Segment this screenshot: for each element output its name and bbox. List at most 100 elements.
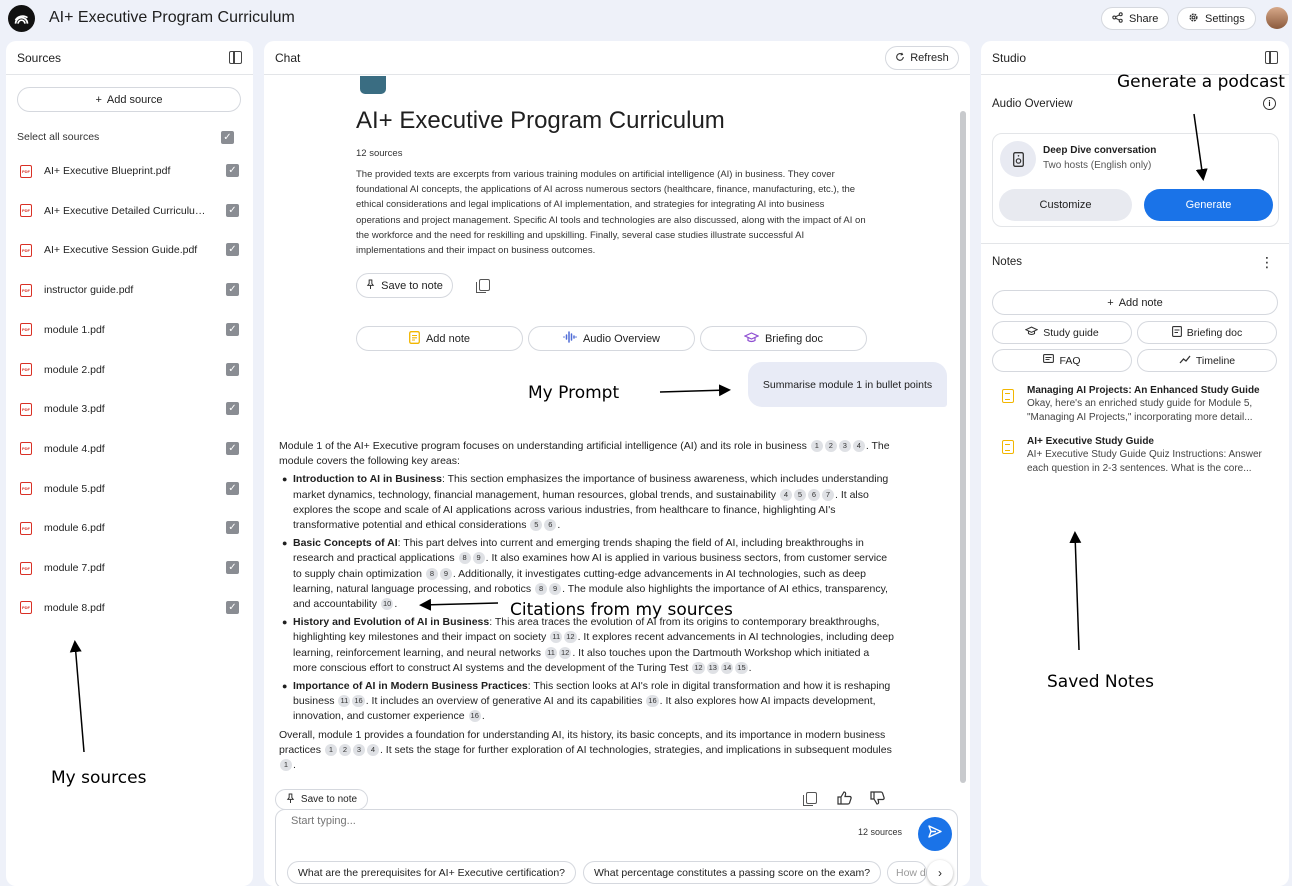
citation-chip[interactable]: 15 — [735, 661, 748, 674]
suggested-question-chip[interactable]: What are the prerequisites for AI+ Execu… — [287, 861, 577, 884]
citation-chip[interactable]: 16 — [468, 710, 481, 723]
info-icon[interactable]: i — [1263, 97, 1276, 110]
thumbs-down-icon[interactable] — [870, 791, 885, 805]
faq-button[interactable]: FAQ — [992, 349, 1132, 372]
citation-chip[interactable]: 14 — [720, 661, 734, 674]
suggested-question-chip[interactable]: How d — [887, 861, 927, 884]
send-button[interactable] — [918, 817, 952, 851]
audio-overview-suggestion-button[interactable]: Audio Overview — [528, 326, 695, 351]
citation-chip[interactable]: 5 — [530, 519, 543, 532]
source-item[interactable]: PDF AI+ Executive Detailed Curriculum.pdf… — [18, 201, 240, 221]
source-checkbox[interactable]: ✓ — [226, 362, 239, 376]
citation-chip[interactable]: 1 — [810, 440, 823, 452]
notebooklm-logo-icon[interactable] — [8, 5, 35, 32]
citation-chip[interactable]: 12 — [564, 631, 577, 644]
chat-scrollbar[interactable] — [960, 111, 966, 783]
citation-chip[interactable]: 7 — [821, 488, 834, 501]
refresh-button[interactable]: Refresh — [885, 46, 959, 70]
saved-note-item[interactable]: Managing AI Projects: An Enhanced Study … — [1002, 385, 1272, 425]
source-checkbox[interactable]: ✓ — [226, 203, 239, 217]
briefing-doc-button[interactable]: Briefing doc — [1137, 321, 1277, 344]
avatar[interactable] — [1266, 7, 1288, 29]
source-item[interactable]: PDF module 1.pdf ✓ — [18, 320, 240, 340]
source-item[interactable]: PDF module 7.pdf ✓ — [18, 558, 240, 578]
citation-chip[interactable]: 4 — [366, 743, 379, 756]
source-item[interactable]: PDF module 8.pdf ✓ — [18, 598, 240, 618]
citation-chip[interactable]: 2 — [338, 743, 351, 756]
chat-scroll-area[interactable]: AI+ Executive Program Curriculum 12 sour… — [264, 76, 964, 806]
source-item[interactable]: PDF AI+ Executive Blueprint.pdf ✓ — [18, 161, 240, 181]
citation-chip[interactable]: 1 — [280, 759, 292, 772]
citation-chip[interactable]: 11 — [338, 695, 351, 708]
share-button[interactable]: Share — [1101, 7, 1169, 30]
chat-composer: 12 sources What are the prerequisites fo… — [275, 809, 958, 886]
citation-chip[interactable]: 12 — [558, 646, 572, 659]
source-checkbox[interactable]: ✓ — [226, 600, 239, 614]
source-item[interactable]: PDF module 3.pdf ✓ — [18, 399, 240, 419]
source-checkbox[interactable]: ✓ — [226, 243, 239, 257]
citation-chip[interactable]: 9 — [472, 552, 485, 565]
source-checkbox[interactable]: ✓ — [226, 481, 239, 495]
generate-button[interactable]: Generate — [1144, 189, 1273, 221]
source-item[interactable]: PDF instructor guide.pdf ✓ — [18, 280, 240, 300]
source-item[interactable]: PDF module 5.pdf ✓ — [18, 479, 240, 499]
citation-chip[interactable]: 2 — [824, 440, 837, 452]
settings-button[interactable]: Settings — [1177, 7, 1256, 30]
chevron-right-icon[interactable]: › — [927, 860, 953, 886]
citation-chip[interactable]: 4 — [852, 440, 865, 452]
citation-chip[interactable]: 13 — [706, 661, 719, 674]
study-guide-label: Study guide — [1043, 326, 1099, 339]
citation-chip[interactable]: 4 — [779, 488, 792, 501]
study-guide-button[interactable]: Study guide — [992, 321, 1132, 344]
citation-chip[interactable]: 3 — [352, 743, 365, 756]
add-source-button[interactable]: + Add source — [17, 87, 241, 112]
source-item[interactable]: PDF module 6.pdf ✓ — [18, 518, 240, 538]
citation-chip[interactable]: 11 — [550, 631, 563, 644]
customize-button[interactable]: Customize — [999, 189, 1132, 221]
suggested-question-chip[interactable]: What percentage constitutes a passing sc… — [583, 861, 882, 884]
citation-chip[interactable]: 16 — [352, 695, 365, 708]
briefing-doc-suggestion-button[interactable]: Briefing doc — [700, 326, 867, 351]
source-checkbox[interactable]: ✓ — [226, 521, 239, 535]
chat-input[interactable] — [291, 815, 791, 827]
bullet-title: Basic Concepts of AI — [293, 537, 398, 550]
citation-chip[interactable]: 16 — [646, 695, 659, 708]
saved-note-item[interactable]: AI+ Executive Study Guide AI+ Executive … — [1002, 436, 1272, 476]
thumbs-up-icon[interactable] — [837, 791, 852, 805]
citation-chip[interactable]: 9 — [439, 567, 452, 580]
select-all-checkbox[interactable]: ✓ — [221, 131, 234, 144]
source-checkbox[interactable]: ✓ — [226, 164, 239, 177]
source-checkbox[interactable]: ✓ — [226, 402, 239, 416]
citation-chip[interactable]: 5 — [793, 488, 806, 501]
citation-chip[interactable]: 1 — [324, 743, 337, 756]
citation-chip[interactable]: 8 — [425, 567, 438, 580]
source-checkbox[interactable]: ✓ — [226, 441, 239, 455]
citation-chip[interactable]: 9 — [549, 582, 562, 595]
source-checkbox[interactable]: ✓ — [226, 561, 239, 574]
save-answer-to-note-button[interactable]: Save to note — [275, 789, 368, 810]
panel-toggle-icon[interactable] — [1265, 51, 1278, 64]
citation-chip[interactable]: 3 — [838, 440, 851, 452]
add-note-button[interactable]: + Add note — [992, 290, 1278, 315]
citation-chip[interactable]: 8 — [535, 582, 548, 595]
source-item[interactable]: PDF module 2.pdf ✓ — [18, 360, 240, 380]
source-checkbox[interactable]: ✓ — [226, 283, 239, 297]
sources-header: Sources — [6, 41, 253, 75]
notebook-title[interactable]: AI+ Executive Program Curriculum — [49, 9, 295, 27]
more-vert-icon[interactable]: ⋮ — [1260, 255, 1274, 269]
save-to-note-button[interactable]: Save to note — [356, 273, 453, 298]
citation-chip[interactable]: 6 — [807, 488, 820, 501]
panel-toggle-icon[interactable] — [229, 51, 242, 64]
source-item[interactable]: PDF module 4.pdf ✓ — [18, 439, 240, 459]
timeline-button[interactable]: Timeline — [1137, 349, 1277, 372]
source-checkbox[interactable]: ✓ — [226, 322, 239, 336]
add-note-suggestion-button[interactable]: Add note — [356, 326, 523, 351]
copy-icon[interactable] — [476, 279, 490, 293]
citation-chip[interactable]: 12 — [692, 661, 705, 674]
citation-chip[interactable]: 10 — [380, 598, 394, 611]
source-item[interactable]: PDF AI+ Executive Session Guide.pdf ✓ — [18, 240, 240, 260]
citation-chip[interactable]: 11 — [544, 646, 557, 659]
citation-chip[interactable]: 8 — [458, 552, 471, 565]
citation-chip[interactable]: 6 — [544, 519, 557, 532]
copy-icon[interactable] — [803, 792, 817, 806]
